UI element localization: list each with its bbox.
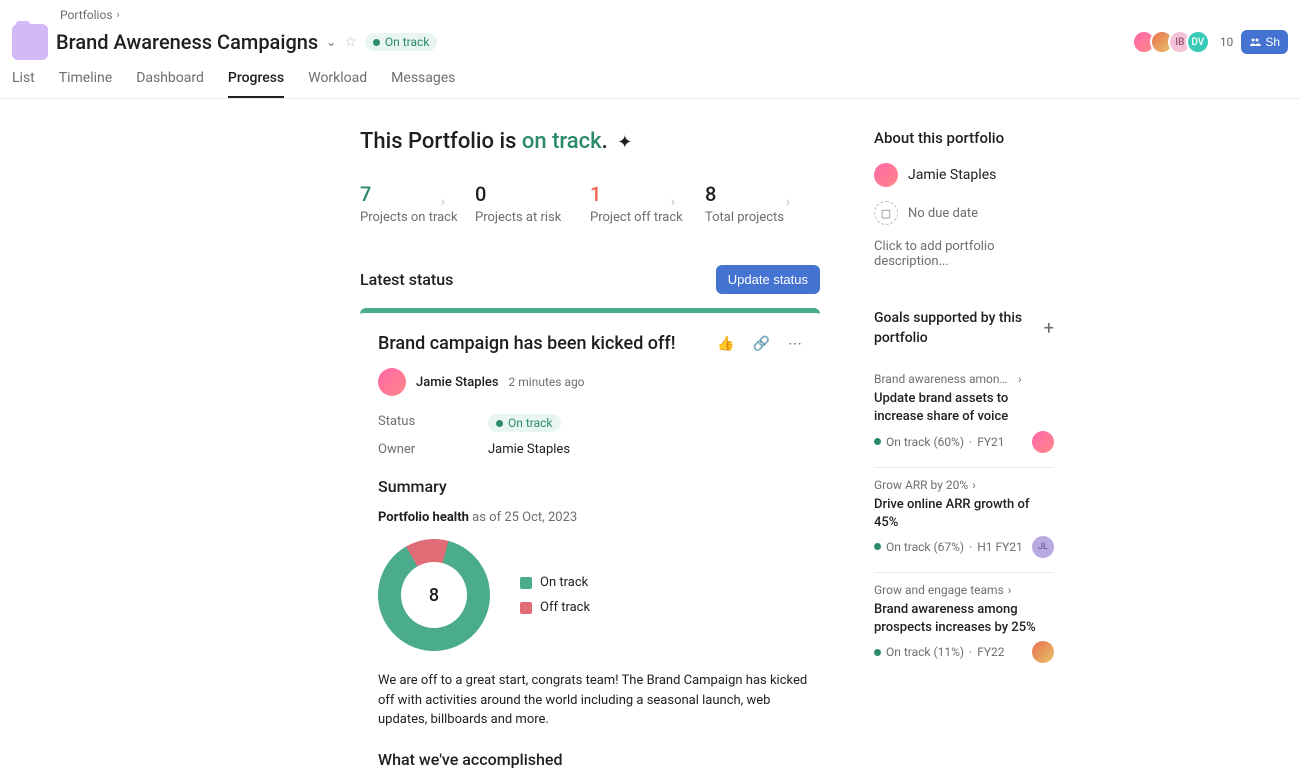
chevron-right-icon: › bbox=[1008, 583, 1012, 597]
update-status-button[interactable]: Update status bbox=[716, 265, 820, 294]
description-placeholder[interactable]: Click to add portfolio description... bbox=[874, 239, 1054, 269]
owner-value: Jamie Staples bbox=[488, 442, 570, 457]
tab-dashboard[interactable]: Dashboard bbox=[136, 70, 204, 98]
latest-status-heading: Latest status bbox=[360, 270, 453, 289]
status-title: Brand campaign has been kicked off! bbox=[378, 333, 676, 354]
donut-chart: 8 On track Off track bbox=[378, 539, 820, 651]
avatar[interactable] bbox=[1032, 641, 1054, 663]
avatar[interactable] bbox=[1032, 431, 1054, 453]
avatar[interactable] bbox=[378, 368, 406, 396]
stat-at-risk[interactable]: 0 Projects at risk bbox=[475, 182, 590, 225]
status-badge[interactable]: On track bbox=[365, 33, 438, 51]
stats-row: 7 Projects on track › 0 Projects at risk… bbox=[360, 182, 820, 225]
folder-icon bbox=[12, 24, 48, 60]
chevron-right-icon: › bbox=[972, 478, 976, 492]
chevron-right-icon: › bbox=[1018, 372, 1022, 386]
chevron-right-icon: › bbox=[117, 10, 120, 21]
link-icon[interactable]: 🔗 bbox=[753, 336, 770, 352]
breadcrumb[interactable]: Portfolios › bbox=[12, 8, 1288, 22]
member-count[interactable]: 10 bbox=[1220, 35, 1234, 49]
tab-messages[interactable]: Messages bbox=[391, 70, 455, 98]
accomplished-heading: What we've accomplished bbox=[378, 750, 820, 769]
owner-label: Owner bbox=[378, 442, 428, 457]
member-avatars[interactable]: IB DV bbox=[1138, 30, 1210, 54]
breadcrumb-root[interactable]: Portfolios bbox=[60, 8, 113, 22]
about-due-date[interactable]: ▢ No due date bbox=[874, 201, 1054, 225]
share-button[interactable]: Sh bbox=[1241, 30, 1288, 54]
calendar-icon: ▢ bbox=[874, 201, 898, 225]
legend-on-track: On track bbox=[520, 575, 590, 590]
status-value: On track bbox=[488, 414, 561, 432]
more-icon[interactable]: ⋯ bbox=[788, 336, 802, 352]
portfolio-title[interactable]: Brand Awareness Campaigns bbox=[56, 30, 318, 54]
goal-item[interactable]: Brand awareness among pr...› Update bran… bbox=[874, 362, 1054, 467]
portfolio-health-label: Portfolio health as of 25 Oct, 2023 bbox=[378, 510, 820, 525]
chevron-right-icon: › bbox=[786, 194, 790, 210]
tabs: List Timeline Dashboard Progress Workloa… bbox=[0, 60, 1300, 99]
goal-item[interactable]: Grow ARR by 20%› Drive online ARR growth… bbox=[874, 468, 1054, 573]
summary-text: We are off to a great start, congrats te… bbox=[378, 671, 820, 730]
chevron-down-icon[interactable]: ⌄ bbox=[326, 35, 336, 49]
avatar[interactable]: JL bbox=[1032, 536, 1054, 558]
summary-heading: Summary bbox=[378, 477, 820, 496]
like-icon[interactable]: 👍 bbox=[717, 336, 734, 352]
tab-timeline[interactable]: Timeline bbox=[59, 70, 112, 98]
stat-off-track[interactable]: 1 Project off track › bbox=[590, 182, 705, 225]
legend-off-track: Off track bbox=[520, 600, 590, 615]
about-heading: About this portfolio bbox=[874, 129, 1054, 147]
stat-on-track[interactable]: 7 Projects on track › bbox=[360, 182, 475, 225]
status-card: Brand campaign has been kicked off! 👍 🔗 … bbox=[360, 308, 820, 779]
tab-list[interactable]: List bbox=[12, 70, 35, 98]
chevron-right-icon: › bbox=[671, 194, 675, 210]
star-icon[interactable]: ☆ bbox=[344, 34, 357, 50]
goal-item[interactable]: Grow and engage teams› Brand awareness a… bbox=[874, 573, 1054, 677]
hero-status: This Portfolio is on track. ✦ bbox=[360, 129, 820, 154]
avatar bbox=[874, 163, 898, 187]
goals-heading: Goals supported by this portfolio bbox=[874, 309, 1044, 348]
about-owner[interactable]: Jamie Staples bbox=[874, 163, 1054, 187]
add-goal-button[interactable]: + bbox=[1044, 318, 1054, 339]
stat-total[interactable]: 8 Total projects › bbox=[705, 182, 820, 225]
people-icon bbox=[1249, 36, 1261, 48]
sparkle-icon: ✦ bbox=[617, 132, 632, 153]
tab-workload[interactable]: Workload bbox=[308, 70, 367, 98]
author-time: 2 minutes ago bbox=[509, 375, 585, 389]
chevron-right-icon: › bbox=[441, 194, 445, 210]
donut-total: 8 bbox=[401, 562, 467, 628]
avatar[interactable]: DV bbox=[1186, 30, 1210, 54]
status-label: Status bbox=[378, 414, 428, 432]
tab-progress[interactable]: Progress bbox=[228, 70, 284, 98]
author-name[interactable]: Jamie Staples bbox=[416, 375, 499, 390]
